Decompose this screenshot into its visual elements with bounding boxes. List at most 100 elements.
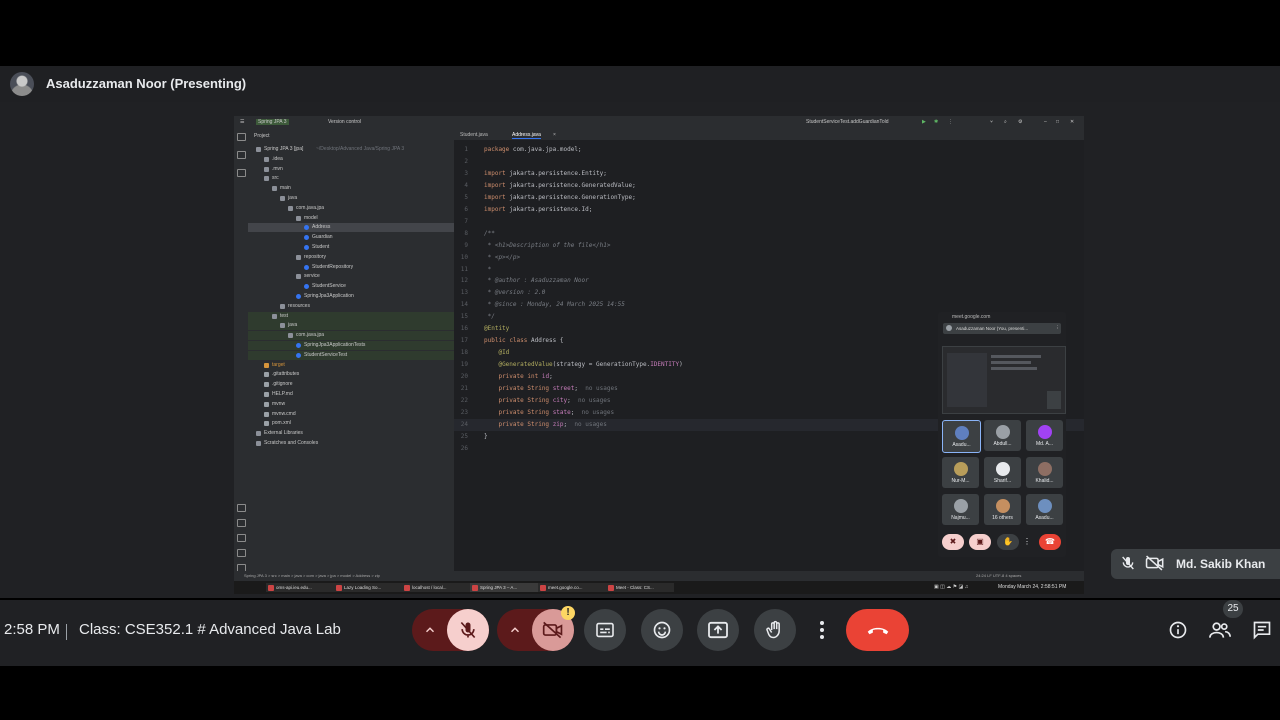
- tree-item-label: Guardian: [312, 234, 333, 241]
- run-icon: ▶: [922, 119, 926, 125]
- tree-item-label: External Libraries: [264, 430, 303, 437]
- taskbar-item: oms-api.ieu.edu...: [266, 583, 334, 592]
- tree-item-label: mvnw.cmd: [272, 410, 296, 417]
- chat-button[interactable]: [1250, 618, 1274, 642]
- app-icon: [268, 584, 274, 591]
- maximize-icon: □: [1056, 119, 1060, 125]
- people-icon: [1209, 622, 1231, 638]
- participant-name: Asadu...: [952, 442, 971, 448]
- tree-item-label: .gitignore: [272, 381, 293, 388]
- popup-more-icon: ⋮: [1055, 325, 1060, 330]
- camera-warning-badge: !: [561, 606, 575, 620]
- raise-hand-button[interactable]: [754, 609, 796, 651]
- folder-icon: [264, 362, 269, 368]
- participant-name: Sharif...: [993, 478, 1012, 484]
- taskbar-item-label: localhost / local...: [412, 585, 447, 590]
- tree-item-path: ~/Desktop/Advanced Java/Spring JPA 3: [316, 146, 405, 152]
- camera-off-icon: [1145, 555, 1165, 573]
- code-text: /**: [484, 229, 495, 237]
- participant-tile: Abdull...: [984, 420, 1021, 451]
- tree-item-label: service: [304, 273, 320, 280]
- tree-item-label: StudentRepository: [312, 263, 354, 270]
- participant-avatar: [954, 462, 968, 476]
- tree-item-label: com.java.jpa: [296, 204, 325, 211]
- presenter-bar: Asaduzzaman Noor (Presenting): [0, 66, 1280, 102]
- app-icon: [608, 584, 614, 591]
- folder-icon: [237, 133, 246, 141]
- code-line: 2: [454, 156, 1084, 168]
- camera-options-chevron-icon[interactable]: [497, 609, 532, 651]
- participant-avatar: [996, 462, 1010, 476]
- tab-close-icon: ×: [553, 132, 556, 138]
- line-number: 26: [460, 444, 468, 452]
- ide-run-config: StudentServiceTest.addGuardianTold: [806, 119, 889, 125]
- class-icon: [304, 245, 309, 250]
- class-icon: [304, 225, 309, 231]
- mic-toggle-button[interactable]: [447, 609, 489, 651]
- more-options-button[interactable]: [810, 609, 834, 651]
- ide-titlebar: ☰ Spring JPA 3 Version control StudentSe…: [234, 116, 1084, 129]
- present-screen-button[interactable]: [697, 609, 739, 651]
- line-number: 23: [460, 408, 468, 416]
- info-icon: [1169, 621, 1187, 639]
- editor-status: 24:24 LF UTF-8 4 spaces: [976, 573, 1022, 578]
- tree-item-label: test: [280, 312, 289, 319]
- meeting-info-button[interactable]: [1166, 618, 1190, 642]
- divider: [66, 624, 67, 640]
- breadcrumb: Spring JPA 3 > src > main > java > com >…: [244, 573, 380, 578]
- mic-options-chevron-icon[interactable]: [412, 609, 447, 651]
- tree-item: Spring JPA 3 [jpa] ~/Desktop/Advanced Jav…: [248, 145, 454, 154]
- class-icon: [296, 343, 301, 348]
- file-icon: [264, 421, 269, 427]
- tree-item: java: [248, 194, 454, 203]
- chat-icon: [1253, 621, 1271, 640]
- editor-tabs: Student.java Address.java ×: [454, 129, 1084, 141]
- file-icon: [264, 401, 269, 407]
- participant-name: 16 others: [992, 515, 1013, 521]
- participant-tile: Asadu...: [942, 420, 981, 453]
- close-icon: ✕: [1070, 119, 1075, 125]
- tree-item-label: main: [280, 185, 291, 192]
- folder-icon: [264, 176, 269, 182]
- participant-name: Asadu...: [1035, 515, 1054, 521]
- emoji-icon: [653, 621, 671, 639]
- app-icon: [404, 584, 410, 591]
- popup-mic-off-icon: ✖: [942, 534, 964, 550]
- code-text: * <p></p>: [484, 253, 521, 261]
- folder-icon: [296, 274, 301, 280]
- shared-screen: ☰ Spring JPA 3 Version control StudentSe…: [234, 116, 1084, 594]
- tree-item-label: Address: [312, 224, 331, 231]
- code-text: package com.java.jpa.model;: [484, 146, 582, 153]
- reactions-button[interactable]: [641, 609, 683, 651]
- tree-item: mvnw.cmd: [248, 410, 454, 419]
- tree-item: StudentServiceTest: [248, 350, 454, 360]
- popup-title: Asaduzzaman Noor (You, presenti...: [956, 326, 1029, 331]
- ide-left-rail: [234, 129, 248, 581]
- tree-item: src: [248, 174, 454, 183]
- popup-screen-preview: [942, 346, 1066, 414]
- file-icon: [264, 372, 269, 378]
- tree-item: repository: [248, 253, 454, 262]
- tree-item-label: StudentService: [312, 283, 346, 290]
- participant-tile: Nur-M...: [942, 457, 979, 488]
- code-text: private String zip; no usages: [498, 420, 607, 428]
- line-number: 15: [460, 313, 468, 321]
- code-line: 4 import jakarta.persistence.GeneratedVal…: [454, 180, 1084, 192]
- folder-icon: [272, 186, 277, 192]
- tree-item-label: resources: [288, 302, 310, 309]
- self-view-tile[interactable]: Md. Sakib Khan: [1111, 549, 1280, 579]
- popup-url: meet.google.com: [952, 314, 991, 320]
- folder-icon: [288, 333, 293, 339]
- tree-item: Student: [248, 243, 454, 252]
- participant-tile: Md. A...: [1026, 420, 1063, 451]
- end-call-button[interactable]: [846, 609, 909, 651]
- meeting-title: Class: CSE352.1 # Advanced Java Lab: [79, 621, 341, 638]
- code-text: @Entity: [484, 325, 510, 333]
- tree-item-label: java: [288, 195, 298, 201]
- captions-button[interactable]: [584, 609, 626, 651]
- line-number: 8: [464, 229, 468, 237]
- popup-title-row: Asaduzzaman Noor (You, presenti... ⋮: [943, 323, 1061, 334]
- people-button[interactable]: [1208, 618, 1232, 642]
- code-text: }: [484, 432, 488, 440]
- terminal-icon: [237, 534, 246, 542]
